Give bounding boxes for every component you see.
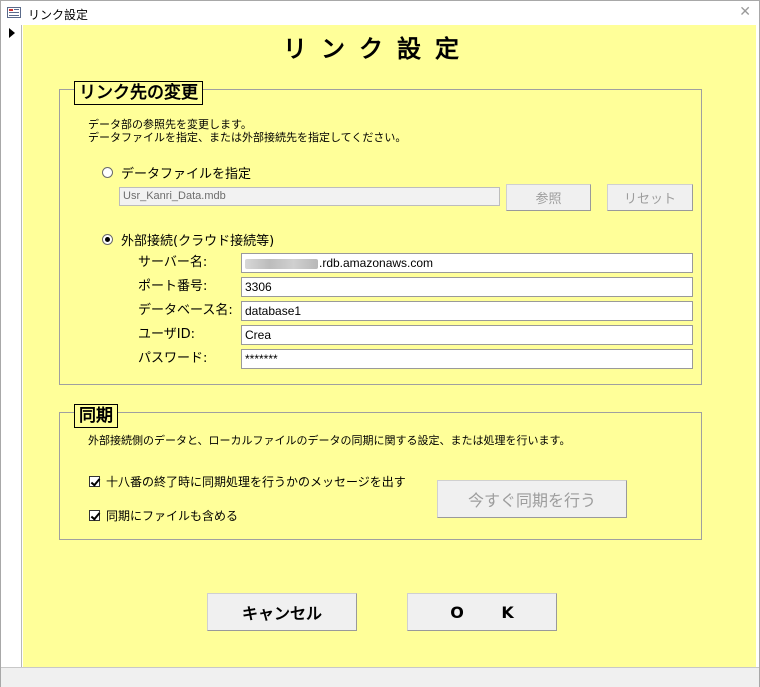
user-id-label: ユーザID: bbox=[138, 327, 195, 342]
server-field[interactable]: .rdb.amazonaws.com bbox=[241, 253, 693, 273]
link-target-legend: リンク先の変更 bbox=[74, 81, 203, 105]
link-target-description-2: データファイルを指定、または外部接続先を指定してください。 bbox=[88, 131, 407, 144]
data-file-path-field[interactable]: Usr_Kanri_Data.mdb bbox=[119, 187, 500, 206]
link-target-description-1: データ部の参照先を変更します。 bbox=[88, 118, 252, 131]
user-id-field[interactable]: Crea bbox=[241, 325, 693, 345]
external-connection-radio-button[interactable] bbox=[102, 234, 113, 245]
data-file-radio[interactable]: データファイルを指定 bbox=[102, 163, 251, 182]
ok-button[interactable]: O K bbox=[407, 593, 557, 631]
reset-button[interactable]: リセット bbox=[607, 184, 693, 211]
sync-legend: 同期 bbox=[74, 404, 118, 428]
include-files-label: 同期にファイルも含める bbox=[106, 509, 239, 523]
password-field[interactable]: ******* bbox=[241, 349, 693, 369]
data-file-radio-button[interactable] bbox=[102, 167, 113, 178]
record-selector[interactable] bbox=[1, 25, 22, 667]
form-title: リンク設定 bbox=[283, 34, 473, 63]
sync-description: 外部接続側のデータと、ローカルファイルのデータの同期に関する設定、または処理を行… bbox=[88, 434, 571, 447]
record-selector-arrow-icon bbox=[9, 28, 15, 38]
external-connection-radio[interactable]: 外部接続(クラウド接続等) bbox=[102, 230, 274, 249]
include-files-option[interactable]: 同期にファイルも含める bbox=[89, 507, 238, 524]
sync-on-exit-checkbox[interactable] bbox=[89, 476, 100, 487]
database-field[interactable]: database1 bbox=[241, 301, 693, 321]
server-field-value: .rdb.amazonaws.com bbox=[319, 256, 434, 270]
cancel-button[interactable]: キャンセル bbox=[207, 593, 357, 631]
form-body: リンク設定 リンク先の変更 データ部の参照先を変更します。 データファイルを指定… bbox=[23, 25, 756, 667]
server-label: サーバー名: bbox=[138, 255, 208, 270]
include-files-checkbox[interactable] bbox=[89, 510, 100, 521]
sync-on-exit-option[interactable]: 十八番の終了時に同期処理を行うかのメッセージを出す bbox=[89, 473, 406, 490]
form-icon bbox=[7, 7, 21, 18]
browse-button[interactable]: 参照 bbox=[506, 184, 591, 211]
password-label: パスワード: bbox=[138, 351, 208, 366]
port-label: ポート番号: bbox=[138, 279, 208, 294]
link-settings-window: リンク設定 ✕ リンク設定 リンク先の変更 データ部の参照先を変更します。 デー… bbox=[0, 0, 760, 687]
title-bar: リンク設定 ✕ bbox=[1, 1, 759, 25]
window-title: リンク設定 bbox=[28, 8, 89, 22]
status-bar bbox=[1, 667, 759, 687]
sync-on-exit-label: 十八番の終了時に同期処理を行うかのメッセージを出す bbox=[106, 475, 406, 489]
close-icon[interactable]: ✕ bbox=[739, 4, 751, 20]
data-file-radio-label: データファイルを指定 bbox=[121, 167, 252, 182]
external-connection-radio-label: 外部接続(クラウド接続等) bbox=[121, 234, 275, 249]
port-field[interactable]: 3306 bbox=[241, 277, 693, 297]
redacted-host bbox=[245, 258, 318, 269]
database-label: データベース名: bbox=[138, 303, 233, 318]
sync-now-button[interactable]: 今すぐ同期を行う bbox=[437, 480, 627, 518]
